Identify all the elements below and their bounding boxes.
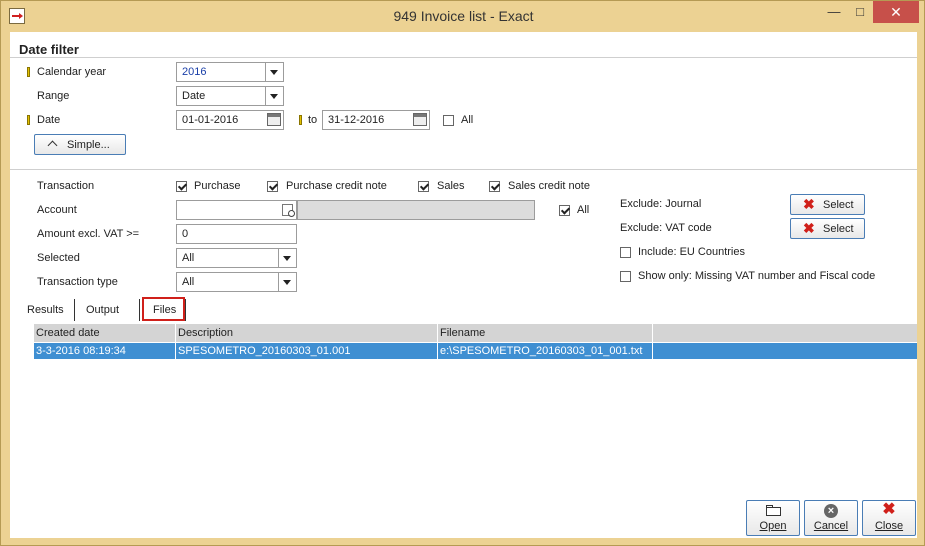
cell-created-date: 3-3-2016 08:19:34 <box>34 343 176 359</box>
include-eu-checkbox[interactable] <box>620 247 631 258</box>
chevron-up-icon <box>47 140 58 151</box>
lookup-icon[interactable] <box>282 204 295 217</box>
dropdown-arrow-icon[interactable] <box>265 87 283 105</box>
account-description-field <box>297 200 535 220</box>
folder-open-icon <box>766 505 781 516</box>
transaction-type-combo[interactable]: All <box>176 272 297 292</box>
close-x-icon: ✖ <box>803 220 815 236</box>
separator <box>10 57 917 58</box>
amount-value: 0 <box>182 228 189 240</box>
selected-value: All <box>182 252 195 264</box>
show-only-checkbox[interactable] <box>620 271 631 282</box>
column-header-description[interactable]: Description <box>176 324 438 342</box>
to-label: to <box>308 114 318 126</box>
close-button[interactable]: ✖ Close <box>862 500 916 536</box>
section-title-date-filter: Date filter <box>19 42 79 57</box>
calendar-year-label: Calendar year <box>37 66 107 78</box>
dropdown-arrow-icon[interactable] <box>265 63 283 81</box>
open-button-label: Open <box>759 520 787 532</box>
tab-separator <box>185 299 186 321</box>
required-marker <box>27 115 30 125</box>
purchase-credit-note-label: Purchase credit note <box>286 180 387 192</box>
date-all-checkbox[interactable] <box>443 115 454 126</box>
date-all-label: All <box>461 114 474 126</box>
calendar-icon[interactable] <box>413 113 427 126</box>
title-bar[interactable]: 949 Invoice list - Exact — □ ✕ <box>1 1 924 31</box>
grid-header: Created date Description Filename <box>34 324 917 342</box>
purchase-label: Purchase <box>194 180 241 192</box>
range-value: Date <box>182 90 206 102</box>
cancel-icon: × <box>824 504 838 518</box>
sales-credit-note-label: Sales credit note <box>508 180 590 192</box>
select-vat-button[interactable]: ✖ Select <box>790 218 865 239</box>
selected-combo[interactable]: All <box>176 248 297 268</box>
transaction-type-label: Transaction type <box>37 276 118 288</box>
column-header-filename[interactable]: Filename <box>438 324 653 342</box>
tab-output[interactable]: Output <box>75 297 139 321</box>
transaction-label: Transaction <box>37 180 95 192</box>
account-all-checkbox[interactable] <box>559 205 570 216</box>
purchase-checkbox[interactable] <box>176 181 187 192</box>
account-input[interactable] <box>176 200 297 220</box>
close-icon: ✖ <box>882 501 896 518</box>
separator <box>10 169 917 170</box>
cancel-button[interactable]: × Cancel <box>804 500 858 536</box>
date-to-field[interactable]: 31-12-2016 <box>322 110 430 130</box>
tab-results-label: Results <box>27 304 64 316</box>
select-journal-label: Select <box>823 199 854 211</box>
dropdown-arrow-icon[interactable] <box>278 249 296 267</box>
window-title: 949 Invoice list - Exact <box>393 8 534 24</box>
required-marker <box>27 67 30 77</box>
transaction-type-value: All <box>182 276 195 288</box>
simple-button-label: Simple... <box>67 139 110 151</box>
sales-label: Sales <box>437 180 465 192</box>
selected-label: Selected <box>37 252 80 264</box>
date-to-value: 31-12-2016 <box>328 114 385 126</box>
date-from-value: 01-01-2016 <box>182 114 239 126</box>
range-combo[interactable]: Date <box>176 86 284 106</box>
range-label: Range <box>37 90 70 102</box>
open-button[interactable]: Open <box>746 500 800 536</box>
calendar-year-combo[interactable]: 2016 <box>176 62 284 82</box>
close-x-icon: ✖ <box>803 196 815 212</box>
date-from-field[interactable]: 01-01-2016 <box>176 110 284 130</box>
app-window: 949 Invoice list - Exact — □ ✕ Date filt… <box>0 0 925 546</box>
close-window-button[interactable]: ✕ <box>873 1 919 23</box>
table-row[interactable]: 3-3-2016 08:19:34 SPESOMETRO_20160303_01… <box>34 343 917 359</box>
cancel-button-label: Cancel <box>813 520 849 532</box>
select-vat-label: Select <box>823 223 854 235</box>
dropdown-arrow-icon[interactable] <box>278 273 296 291</box>
minimize-button[interactable]: — <box>821 1 847 23</box>
calendar-icon[interactable] <box>267 113 281 126</box>
amount-label: Amount excl. VAT >= <box>37 228 140 240</box>
include-eu-label: Include: EU Countries <box>638 246 745 258</box>
close-button-label: Close <box>874 520 904 532</box>
show-only-label: Show only: Missing VAT number and Fiscal… <box>638 270 876 282</box>
sales-credit-note-checkbox[interactable] <box>489 181 500 192</box>
account-label: Account <box>37 204 77 216</box>
sales-checkbox[interactable] <box>418 181 429 192</box>
tab-output-label: Output <box>86 304 120 316</box>
date-label: Date <box>37 114 61 126</box>
amount-input[interactable]: 0 <box>176 224 297 244</box>
client-area: Date filter Calendar year 2016 Range Dat… <box>10 32 917 538</box>
select-journal-button[interactable]: ✖ Select <box>790 194 865 215</box>
cell-filename: e:\SPESOMETRO_20160303_01_001.txt <box>438 343 653 359</box>
cell-description: SPESOMETRO_20160303_01.001 <box>176 343 438 359</box>
maximize-button[interactable]: □ <box>847 1 873 23</box>
tab-results[interactable]: Results <box>20 297 70 321</box>
required-marker <box>299 115 302 125</box>
purchase-credit-note-checkbox[interactable] <box>267 181 278 192</box>
simple-button[interactable]: Simple... <box>34 134 126 155</box>
calendar-year-value: 2016 <box>182 66 207 78</box>
active-tab-highlight <box>142 297 185 321</box>
exclude-vat-label: Exclude: VAT code <box>620 222 712 234</box>
account-all-label: All <box>577 204 590 216</box>
exclude-journal-label: Exclude: Journal <box>620 198 702 210</box>
column-header-created-date[interactable]: Created date <box>34 324 176 342</box>
